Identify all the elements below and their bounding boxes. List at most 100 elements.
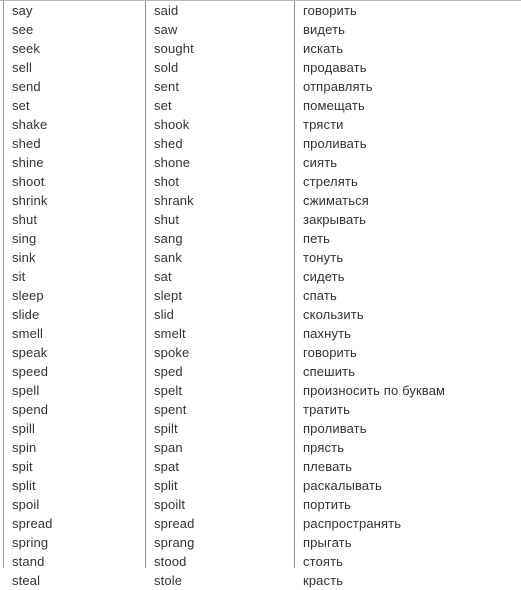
verb-base-form: spell	[12, 383, 40, 398]
table-row: spoil spoilt портить	[0, 495, 521, 514]
table-row: steal stole красть	[0, 571, 521, 590]
table-row: shrink shrank сжиматься	[0, 191, 521, 210]
verb-past-form: said	[154, 3, 179, 18]
verb-base-form: sing	[12, 231, 37, 246]
verb-base-form: slide	[12, 307, 40, 322]
verb-past-form: stood	[154, 554, 187, 569]
verb-translation: отправлять	[303, 79, 373, 94]
table-row: spin span прясть	[0, 438, 521, 457]
verb-translation: раскалывать	[303, 478, 382, 493]
verb-translation: красть	[303, 573, 344, 588]
table-row: sell sold продавать	[0, 58, 521, 77]
table-row: send sent отправлять	[0, 77, 521, 96]
verb-base-form: sell	[12, 60, 33, 75]
verb-past-form: sprang	[154, 535, 195, 550]
table-body: say said говорить see saw видеть seek sought иск…	[0, 1, 521, 590]
verb-translation: прясть	[303, 440, 345, 455]
verb-past-form: set	[154, 98, 172, 113]
verb-base-form: stand	[12, 554, 45, 569]
verb-base-form: say	[12, 3, 33, 18]
verb-past-form: sent	[154, 79, 180, 94]
verb-base-form: spoil	[12, 497, 40, 512]
verb-translation: трясти	[303, 117, 344, 132]
verb-translation: сжиматься	[303, 193, 369, 208]
table-row: spit spat плевать	[0, 457, 521, 476]
table-row: sit sat сидеть	[0, 267, 521, 286]
verb-translation: искать	[303, 41, 344, 56]
verb-base-form: shoot	[12, 174, 45, 189]
verb-base-form: send	[12, 79, 41, 94]
table-row: shed shed проливать	[0, 134, 521, 153]
verb-past-form: spilt	[154, 421, 178, 436]
table-row: shake shook трясти	[0, 115, 521, 134]
verb-translation: стрелять	[303, 174, 358, 189]
verb-past-form: spoke	[154, 345, 190, 360]
verb-past-form: smelt	[154, 326, 186, 341]
verb-base-form: sink	[12, 250, 36, 265]
verb-translation: тратить	[303, 402, 350, 417]
verb-base-form: speed	[12, 364, 49, 379]
verb-past-form: spelt	[154, 383, 183, 398]
table-row: seek sought искать	[0, 39, 521, 58]
verb-past-form: saw	[154, 22, 178, 37]
verb-past-form: shed	[154, 136, 183, 151]
verb-translation: помещать	[303, 98, 365, 113]
verb-base-form: spring	[12, 535, 49, 550]
verb-base-form: spin	[12, 440, 37, 455]
verb-past-form: sat	[154, 269, 172, 284]
table-row: slide slid скользить	[0, 305, 521, 324]
verb-base-form: steal	[12, 573, 41, 588]
table-row: smell smelt пахнуть	[0, 324, 521, 343]
verb-translation: видеть	[303, 22, 346, 37]
verb-past-form: slid	[154, 307, 175, 322]
verb-base-form: spend	[12, 402, 49, 417]
table-row: say said говорить	[0, 1, 521, 20]
verb-base-form: split	[12, 478, 36, 493]
verb-base-form: sit	[12, 269, 26, 284]
table-row: see saw видеть	[0, 20, 521, 39]
verb-base-form: see	[12, 22, 34, 37]
table-row: shoot shot стрелять	[0, 172, 521, 191]
verb-translation: произносить по буквам	[303, 383, 446, 398]
verb-translation: закрывать	[303, 212, 367, 227]
verb-base-form: spill	[12, 421, 36, 436]
verb-translation: говорить	[303, 345, 357, 360]
verb-translation: скользить	[303, 307, 364, 322]
verb-base-form: speak	[12, 345, 48, 360]
table-row: shine shone сиять	[0, 153, 521, 172]
verb-translation: спать	[303, 288, 337, 303]
verb-translation: проливать	[303, 136, 367, 151]
verb-translation: сиять	[303, 155, 338, 170]
verb-translation: говорить	[303, 3, 357, 18]
verb-translation: проливать	[303, 421, 367, 436]
verb-past-form: stole	[154, 573, 183, 588]
verb-translation: сидеть	[303, 269, 345, 284]
table-row: set set помещать	[0, 96, 521, 115]
verb-past-form: slept	[154, 288, 183, 303]
verb-past-form: sought	[154, 41, 194, 56]
verb-translation: прыгать	[303, 535, 352, 550]
verb-past-form: split	[154, 478, 178, 493]
verb-base-form: set	[12, 98, 30, 113]
verb-translation: стоять	[303, 554, 344, 569]
verb-translation: тонуть	[303, 250, 344, 265]
verb-translation: плевать	[303, 459, 353, 474]
verb-base-form: shine	[12, 155, 44, 170]
table-row: sink sank тонуть	[0, 248, 521, 267]
verb-translation: продавать	[303, 60, 367, 75]
verb-past-form: spoilt	[154, 497, 186, 512]
table-row: sleep slept спать	[0, 286, 521, 305]
table-row: sing sang петь	[0, 229, 521, 248]
verb-past-form: sank	[154, 250, 182, 265]
table-row: split split раскалывать	[0, 476, 521, 495]
verb-translation: спешить	[303, 364, 356, 379]
verb-past-form: sold	[154, 60, 179, 75]
table-row: spread spread распространять	[0, 514, 521, 533]
verb-base-form: shrink	[12, 193, 48, 208]
verb-past-form: shook	[154, 117, 190, 132]
verb-past-form: spent	[154, 402, 187, 417]
table-row: spring sprang прыгать	[0, 533, 521, 552]
verb-translation: портить	[303, 497, 352, 512]
verb-past-form: shot	[154, 174, 180, 189]
table-row: spill spilt проливать	[0, 419, 521, 438]
